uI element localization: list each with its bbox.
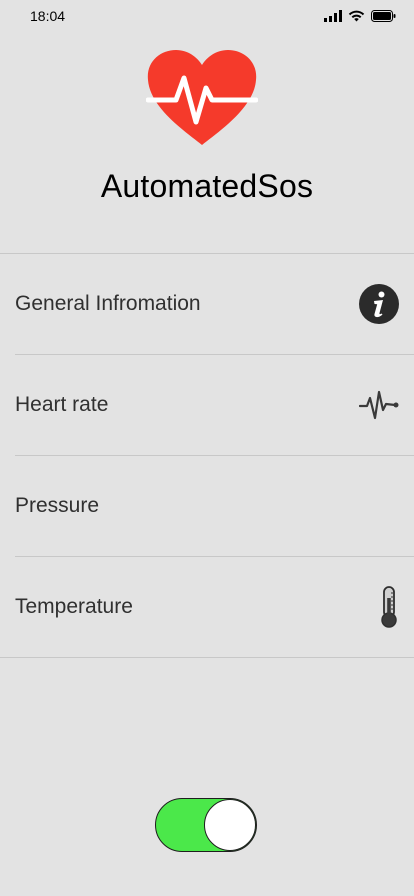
battery-icon xyxy=(371,9,396,27)
status-icons xyxy=(324,9,396,27)
menu-item-heart-rate[interactable]: Heart rate xyxy=(15,355,414,456)
heartbeat-icon xyxy=(359,388,399,422)
app-title: AutomatedSos xyxy=(100,168,314,204)
menu-list: General Infromation Heart rate Pressure … xyxy=(0,253,414,658)
sos-toggle-switch[interactable] xyxy=(155,798,257,852)
status-time: 18:04 xyxy=(30,8,66,24)
toggle-knob[interactable] xyxy=(204,799,256,851)
heart-pulse-logo xyxy=(145,50,259,146)
menu-item-general-information[interactable]: General Infromation xyxy=(15,254,414,355)
signal-icon xyxy=(324,9,342,27)
menu-item-label: Temperature xyxy=(15,595,133,618)
menu-item-temperature[interactable]: Temperature xyxy=(0,557,414,658)
thermometer-icon xyxy=(379,586,399,628)
menu-item-pressure[interactable]: Pressure xyxy=(15,456,414,557)
info-icon xyxy=(359,284,399,324)
status-bar: 18:04 xyxy=(0,0,414,32)
menu-item-label: Pressure xyxy=(15,494,100,517)
wifi-icon xyxy=(348,9,365,27)
menu-item-label: Heart rate xyxy=(15,393,109,416)
menu-item-label: General Infromation xyxy=(15,292,201,315)
